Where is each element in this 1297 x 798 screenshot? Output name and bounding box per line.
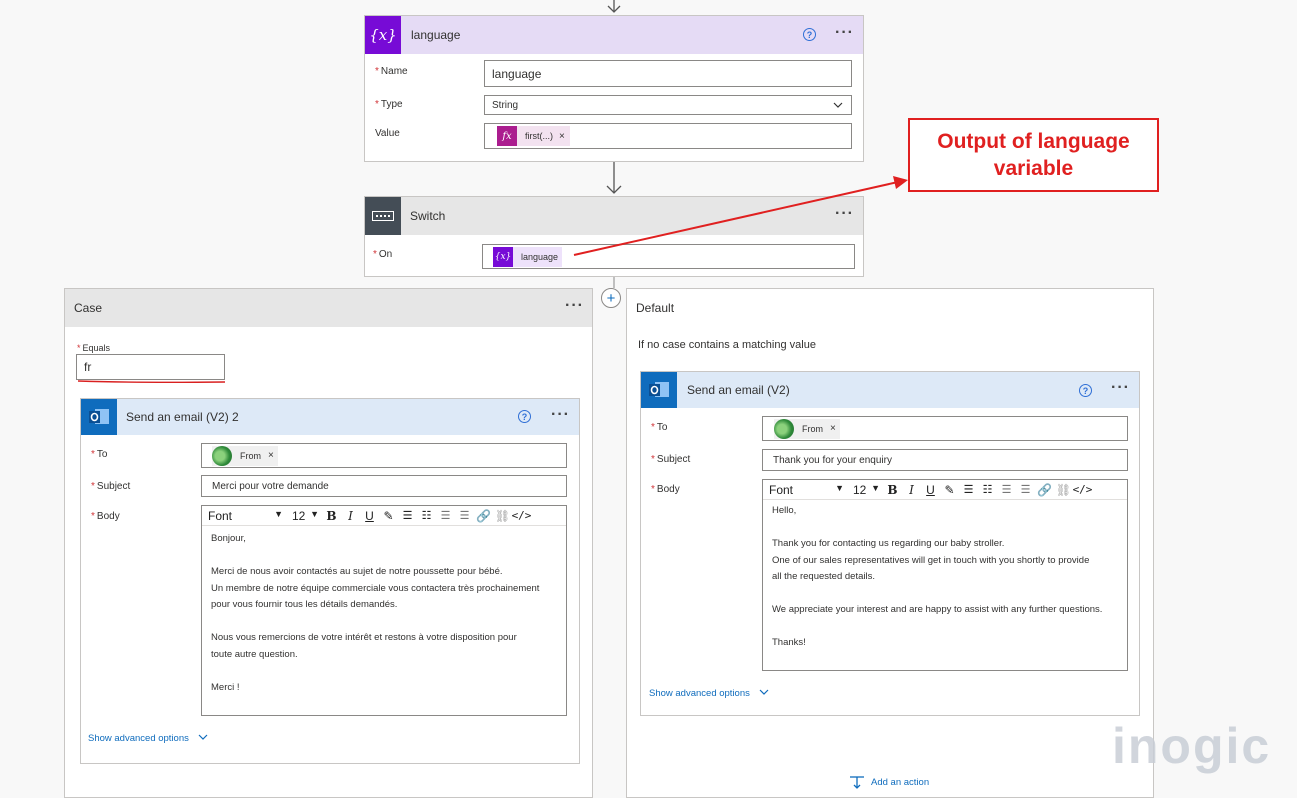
highlight-pen-icon[interactable]: ✎: [379, 507, 398, 525]
equals-label: * Equals: [77, 343, 111, 353]
body-label: * Body: [651, 484, 680, 495]
outdent-icon[interactable]: ☰: [436, 507, 455, 525]
subject-label: * Subject: [651, 454, 691, 465]
numbered-list-icon[interactable]: ☷: [417, 507, 436, 525]
more-options-icon[interactable]: ···: [1111, 380, 1130, 396]
subject-input[interactable]: Thank you for your enquiry: [762, 449, 1128, 471]
help-icon[interactable]: ?: [1079, 384, 1092, 397]
remove-token-icon[interactable]: ×: [830, 423, 836, 434]
unlink-icon[interactable]: ⛓: [1054, 481, 1073, 499]
code-view-icon[interactable]: </>: [1073, 481, 1093, 499]
default-card: Default If no case contains a matching v…: [626, 288, 1154, 798]
default-description: If no case contains a matching value: [638, 339, 816, 351]
email-card-header[interactable]: Send an email (V2): [641, 372, 1139, 408]
body-text: Hello, Thank you for contacting us regar…: [772, 505, 1103, 648]
outlook-icon: [641, 372, 677, 408]
font-size-select[interactable]: 12 ▼: [288, 509, 322, 523]
to-label: * To: [651, 422, 668, 433]
bold-icon[interactable]: B: [883, 481, 902, 499]
chevron-down-icon: [759, 689, 768, 695]
bullet-list-icon[interactable]: ☰: [959, 481, 978, 499]
dataverse-icon: [212, 445, 232, 466]
font-select[interactable]: Font ▼: [763, 483, 849, 497]
email-card-title: Send an email (V2) 2: [126, 410, 239, 424]
show-advanced-options-link[interactable]: Show advanced options: [649, 688, 769, 699]
from-token-label: From: [802, 423, 823, 434]
body-editor[interactable]: Font ▼ 12 ▼ B I U ✎ ☰ ☷ ☰ ☰ 🔗 ⛓ </> Bonjou…: [201, 505, 567, 716]
to-input[interactable]: From ×: [201, 443, 567, 468]
show-advanced-options-link[interactable]: Show advanced options: [88, 733, 208, 744]
body-editor[interactable]: Font ▼ 12 ▼ B I U ✎ ☰ ☷ ☰ ☰ 🔗 ⛓ </> Hello,…: [762, 479, 1128, 671]
body-text: Bonjour, Merci de nous avoir contactés a…: [211, 533, 540, 693]
italic-icon[interactable]: I: [341, 507, 360, 525]
equals-input[interactable]: fr: [76, 354, 225, 380]
add-case-button[interactable]: +: [601, 288, 621, 308]
to-input[interactable]: From ×: [762, 416, 1128, 441]
rich-text-toolbar: Font ▼ 12 ▼ B I U ✎ ☰ ☷ ☰ ☰ 🔗 ⛓ </>: [202, 506, 566, 526]
help-icon[interactable]: ?: [518, 410, 531, 423]
code-view-icon[interactable]: </>: [512, 507, 532, 525]
send-email-card-2: Send an email (V2) 2 ? ··· * To From × * S…: [80, 398, 580, 764]
from-token-label: From: [240, 450, 261, 461]
highlight-pen-icon[interactable]: ✎: [940, 481, 959, 499]
from-token[interactable]: From ×: [774, 418, 840, 439]
indent-icon[interactable]: ☰: [455, 507, 474, 525]
remove-token-icon[interactable]: ×: [268, 450, 274, 461]
case-card-title: Case: [74, 301, 103, 315]
rich-text-toolbar: Font ▼ 12 ▼ B I U ✎ ☰ ☷ ☰ ☰ 🔗 ⛓ </>: [763, 480, 1127, 500]
unlink-icon[interactable]: ⛓: [493, 507, 512, 525]
more-options-icon[interactable]: ···: [551, 407, 570, 423]
underline-icon[interactable]: U: [360, 507, 379, 525]
indent-icon[interactable]: ☰: [1016, 481, 1035, 499]
bold-icon[interactable]: B: [322, 507, 341, 525]
italic-icon[interactable]: I: [902, 481, 921, 499]
inogic-watermark: inogic: [1112, 718, 1272, 774]
send-email-card: Send an email (V2) ? ··· * To From × * Sub…: [640, 371, 1140, 716]
from-token[interactable]: From ×: [212, 445, 278, 466]
outlook-icon: [81, 399, 117, 435]
chevron-down-icon: [198, 734, 207, 740]
subject-label: * Subject: [91, 481, 131, 492]
outdent-icon[interactable]: ☰: [997, 481, 1016, 499]
link-icon[interactable]: 🔗: [1035, 481, 1054, 499]
case-card-header[interactable]: Case: [65, 289, 592, 327]
to-label: * To: [91, 449, 108, 460]
link-icon[interactable]: 🔗: [474, 507, 493, 525]
body-label: * Body: [91, 511, 120, 522]
underline-icon[interactable]: U: [921, 481, 940, 499]
more-options-icon[interactable]: ···: [565, 298, 584, 314]
font-size-select[interactable]: 12 ▼: [849, 483, 883, 497]
email-card-title: Send an email (V2): [687, 383, 790, 397]
default-card-title: Default: [636, 301, 675, 315]
subject-input[interactable]: Merci pour votre demande: [201, 475, 567, 497]
numbered-list-icon[interactable]: ☷: [978, 481, 997, 499]
dataverse-icon: [774, 418, 794, 439]
bullet-list-icon[interactable]: ☰: [398, 507, 417, 525]
email-card-header[interactable]: Send an email (V2) 2: [81, 399, 579, 435]
case-card: Case ··· * Equals fr Send an email (V2) 2…: [64, 288, 593, 798]
font-select[interactable]: Font ▼: [202, 509, 288, 523]
highlight-underline: [77, 380, 226, 384]
